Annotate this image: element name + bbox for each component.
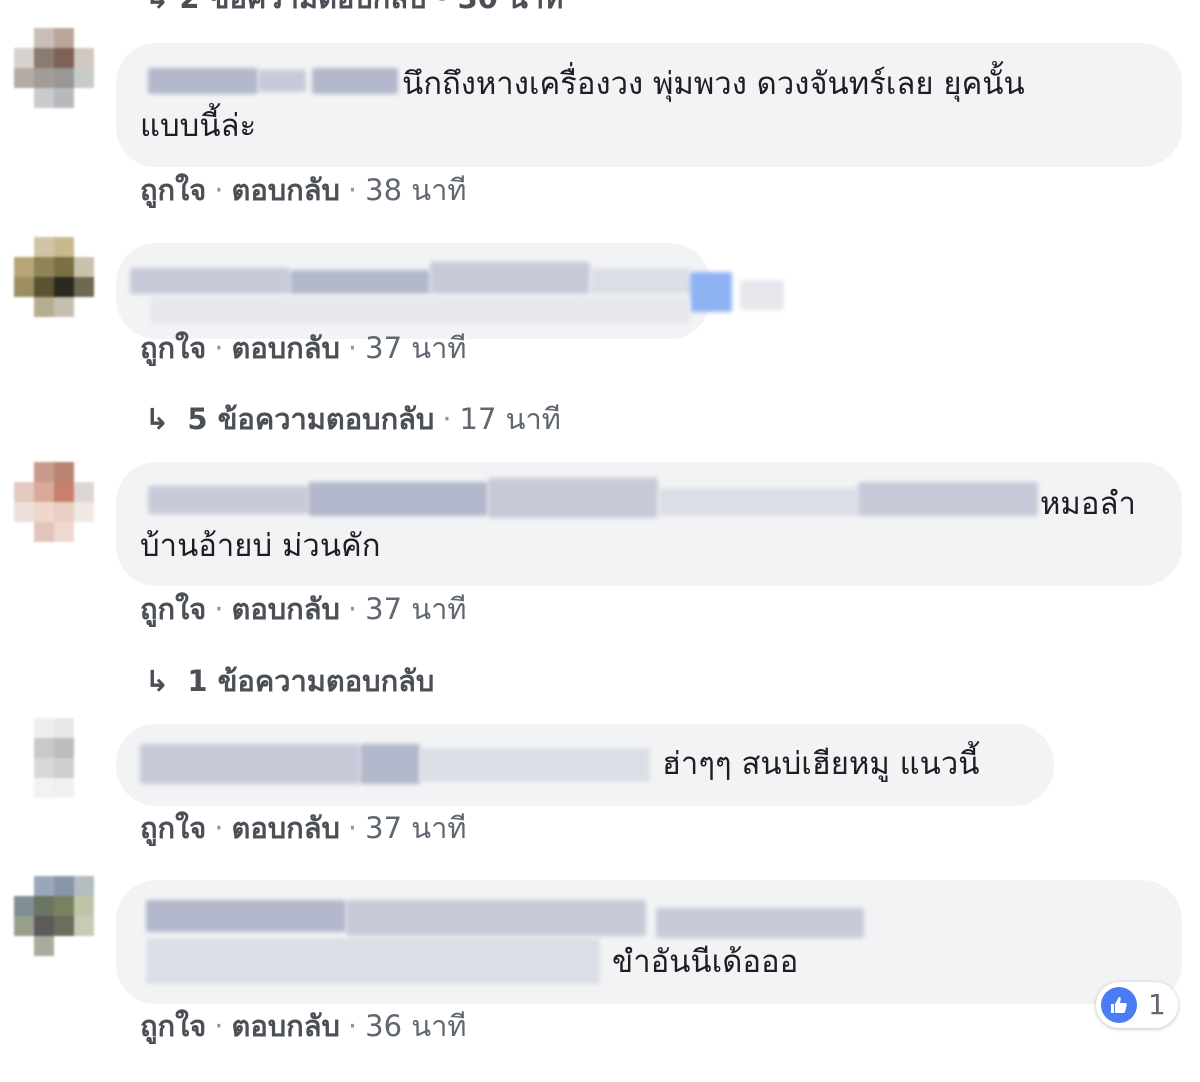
separator: · (214, 173, 224, 207)
redacted-author-name[interactable] (290, 270, 430, 294)
top-reply-text: ↳ 2 ข้อความตอบกลับ · 30 นาที (145, 0, 563, 15)
redacted-comment-text (858, 482, 1038, 516)
separator: · (347, 173, 358, 207)
comment-text: ขำอันนีเด้อออ (612, 944, 799, 980)
replies-time: 17 นาที (459, 402, 561, 436)
comment-actions: ถูกใจ · ตอบกลับ · 37 นาที (140, 589, 466, 629)
redacted-comment-text (658, 488, 858, 516)
like-link[interactable]: ถูกใจ (140, 331, 206, 365)
redacted-author-name[interactable] (146, 900, 346, 932)
redacted-author-name[interactable] (308, 482, 488, 516)
comment-text: บ้านอ้ายบ่ ม่วนคัก (140, 528, 381, 564)
reply-link[interactable]: ตอบกลับ (232, 331, 340, 365)
reply-arrow-icon: ↳ (145, 402, 170, 436)
like-link[interactable]: ถูกใจ (140, 811, 206, 845)
comment-actions: ถูกใจ · ตอบกลับ · 36 นาที (140, 1006, 466, 1046)
view-replies-link[interactable]: ↳ 1 ข้อความตอบกลับ (145, 661, 434, 701)
separator: · (214, 592, 224, 626)
avatar[interactable] (14, 876, 94, 956)
top-partial-reply[interactable]: ↳ 2 ข้อความตอบกลับ · 30 นาที (145, 0, 563, 18)
timestamp[interactable]: 37 นาที (365, 592, 466, 626)
replies-count-label: 5 ข้อความตอบกลับ (187, 402, 435, 436)
like-link[interactable]: ถูกใจ (140, 592, 206, 626)
separator: · (347, 331, 358, 365)
view-replies-link[interactable]: ↳ 5 ข้อความตอบกลับ · 17 นาที (145, 399, 561, 439)
like-reaction-icon (1101, 987, 1137, 1023)
comment-text: แบบนี้ล่ะ (140, 108, 257, 144)
redacted-comment-text (430, 262, 590, 294)
redacted-author-name[interactable] (656, 908, 864, 938)
redacted-author-name[interactable] (130, 268, 290, 294)
comment-actions: ถูกใจ · ตอบกลับ · 37 นาที (140, 808, 466, 848)
timestamp[interactable]: 37 นาที (365, 811, 466, 845)
redacted-author-name[interactable] (258, 70, 306, 92)
reaction-count: 1 (1148, 988, 1166, 1021)
reaction-badge[interactable]: 1 (1096, 982, 1178, 1028)
reply-link[interactable]: ตอบกลับ (232, 173, 340, 207)
separator: · (347, 1009, 358, 1043)
redacted-author-name[interactable] (360, 744, 420, 784)
reply-arrow-icon: ↳ (145, 664, 170, 698)
separator: · (214, 331, 224, 365)
comment-text: ฮ่าๆๆ สนบ่เฮียหมู แนวนี้ (662, 746, 980, 782)
redacted-comment-text (590, 268, 690, 294)
redacted-comment-text (488, 478, 658, 518)
timestamp[interactable]: 36 นาที (365, 1009, 466, 1043)
like-link[interactable]: ถูกใจ (140, 1009, 206, 1043)
redacted-tag[interactable] (690, 272, 732, 312)
comment-actions: ถูกใจ · ตอบกลับ · 37 นาที (140, 328, 466, 368)
redacted-author-name[interactable] (148, 68, 258, 94)
replies-count-label: 1 ข้อความตอบกลับ (187, 664, 435, 698)
redacted-comment-text (150, 296, 690, 324)
separator: · (347, 592, 358, 626)
reply-link[interactable]: ตอบกลับ (232, 592, 340, 626)
redacted-author-name[interactable] (420, 748, 650, 782)
redacted-author-name[interactable] (140, 744, 360, 784)
redacted-author-name[interactable] (148, 486, 308, 514)
avatar[interactable] (14, 462, 94, 542)
separator: · (347, 811, 358, 845)
redacted-author-name[interactable] (346, 900, 646, 936)
reply-link[interactable]: ตอบกลับ (232, 811, 340, 845)
redacted-author-name[interactable] (312, 68, 398, 94)
redacted-comment-text (146, 938, 600, 984)
avatar[interactable] (14, 237, 94, 317)
like-link[interactable]: ถูกใจ (140, 173, 206, 207)
timestamp[interactable]: 37 นาที (365, 331, 466, 365)
separator: · (214, 1009, 224, 1043)
separator: · (214, 811, 224, 845)
avatar[interactable] (14, 28, 94, 108)
separator: · (442, 402, 452, 436)
redacted-comment-text (740, 280, 784, 310)
avatar[interactable] (14, 718, 94, 798)
comment-actions: ถูกใจ · ตอบกลับ · 38 นาที (140, 170, 466, 210)
comment-text: หมอลำ (1040, 486, 1136, 522)
comment-text: นึกถึงหางเครื่องวง พุ่มพวง ดวงจันทร์เลย … (402, 66, 1025, 102)
reply-link[interactable]: ตอบกลับ (232, 1009, 340, 1043)
timestamp[interactable]: 38 นาที (365, 173, 466, 207)
